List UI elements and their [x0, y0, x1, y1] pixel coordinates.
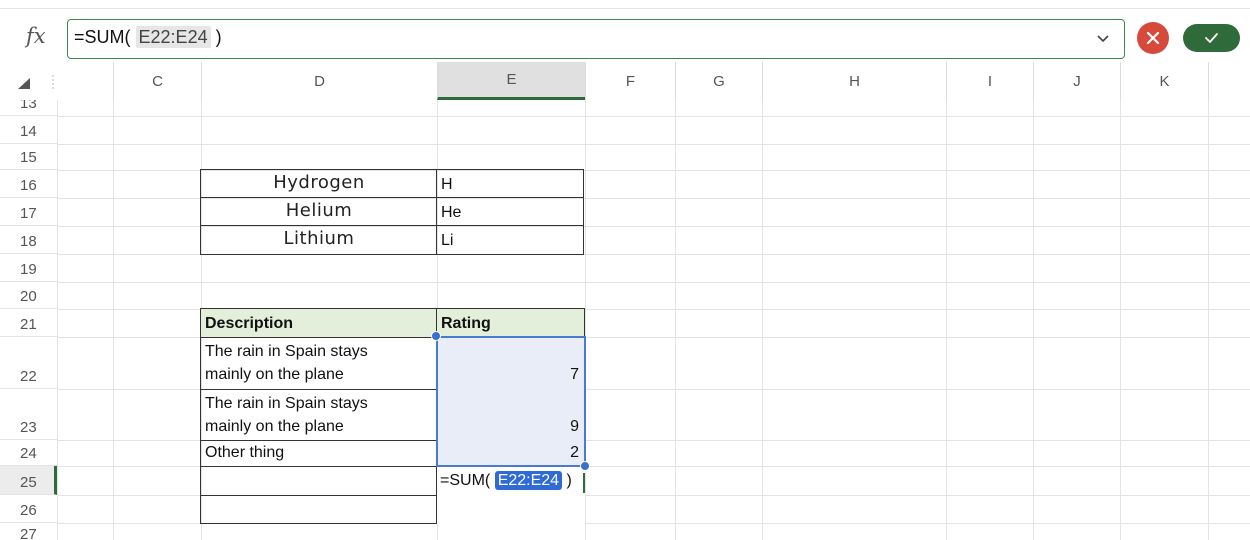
- row-header-22[interactable]: 22: [0, 337, 57, 389]
- row-header-17[interactable]: 17: [0, 198, 57, 226]
- description-cell[interactable]: Other thing: [205, 444, 433, 464]
- edit-suffix: ): [566, 472, 572, 489]
- selection-end-handle[interactable]: [580, 461, 590, 471]
- row-header-23[interactable]: 23: [0, 389, 57, 440]
- row-header-19[interactable]: 19: [0, 254, 57, 282]
- column-header-e[interactable]: E: [437, 62, 585, 100]
- text-cursor: [583, 473, 585, 493]
- row-header-18[interactable]: 18: [0, 226, 57, 254]
- row-header-21[interactable]: 21: [0, 309, 57, 337]
- description-cell-line1[interactable]: The rain in Spain stays: [205, 343, 433, 363]
- column-header-j[interactable]: J: [1033, 62, 1120, 100]
- row-header-25[interactable]: 25: [0, 466, 57, 495]
- description-header[interactable]: Description: [205, 315, 433, 335]
- select-all-corner[interactable]: [0, 62, 57, 100]
- element-symbol-cell[interactable]: Li: [441, 232, 581, 252]
- element-symbol-cell[interactable]: H: [441, 176, 581, 196]
- top-divider: [0, 8, 1250, 9]
- row-header-14[interactable]: 14: [0, 116, 57, 144]
- column-header-c[interactable]: C: [113, 62, 201, 100]
- column-header-g[interactable]: G: [675, 62, 762, 100]
- column-header-bar: C D E F G H I J K: [0, 62, 1250, 100]
- checkmark-icon: [1205, 33, 1218, 43]
- row-header-24[interactable]: 24: [0, 440, 57, 466]
- column-header-i[interactable]: I: [946, 62, 1033, 100]
- selection-range-border: [436, 336, 586, 467]
- element-name-cell[interactable]: Hydrogen: [201, 172, 437, 196]
- formula-suffix: ): [215, 27, 222, 47]
- column-header-f[interactable]: F: [585, 62, 675, 100]
- cancel-button[interactable]: [1137, 22, 1169, 54]
- column-header-d[interactable]: D: [201, 62, 437, 100]
- formula-range-ref: E22:E24: [135, 26, 211, 48]
- element-name-cell[interactable]: Helium: [201, 200, 437, 224]
- element-symbol-cell[interactable]: He: [441, 204, 581, 224]
- select-all-triangle-icon: [18, 75, 54, 90]
- row-header-15[interactable]: 15: [0, 144, 57, 170]
- formula-prefix: =SUM(: [74, 27, 131, 47]
- edit-range-ref: E22:E24: [494, 471, 563, 490]
- description-cell-line2[interactable]: mainly on the plane: [205, 366, 433, 386]
- rating-header[interactable]: Rating: [441, 315, 581, 335]
- selection-start-handle[interactable]: [431, 331, 441, 341]
- column-header-k[interactable]: K: [1120, 62, 1208, 100]
- element-name-cell[interactable]: Lithium: [201, 228, 437, 252]
- row-header-16[interactable]: 16: [0, 170, 57, 198]
- row-header-13[interactable]: 13: [0, 100, 57, 116]
- close-icon: [1146, 31, 1160, 45]
- column-header-next[interactable]: [1208, 62, 1250, 100]
- formula-text: =SUM( E22:E24 ): [74, 26, 222, 48]
- spreadsheet-grid[interactable]: 13 14 15 16 17 18 19 20 21 22 23 24 25 2…: [0, 100, 1250, 540]
- formula-input[interactable]: =SUM( E22:E24 ): [67, 19, 1125, 59]
- row-header-27[interactable]: 27: [0, 523, 57, 540]
- edit-prefix: =SUM(: [440, 472, 491, 489]
- editing-cell[interactable]: =SUM( E22:E24 ): [440, 471, 572, 490]
- row-header-26[interactable]: 26: [0, 495, 57, 523]
- description-cell-line1[interactable]: The rain in Spain stays: [205, 395, 433, 415]
- description-cell-line2[interactable]: mainly on the plane: [205, 418, 433, 438]
- chevron-down-icon[interactable]: [1094, 29, 1112, 47]
- row-header-20[interactable]: 20: [0, 282, 57, 309]
- column-header-h[interactable]: H: [762, 62, 946, 100]
- confirm-button[interactable]: [1183, 24, 1240, 52]
- fx-icon[interactable]: fx: [26, 24, 60, 54]
